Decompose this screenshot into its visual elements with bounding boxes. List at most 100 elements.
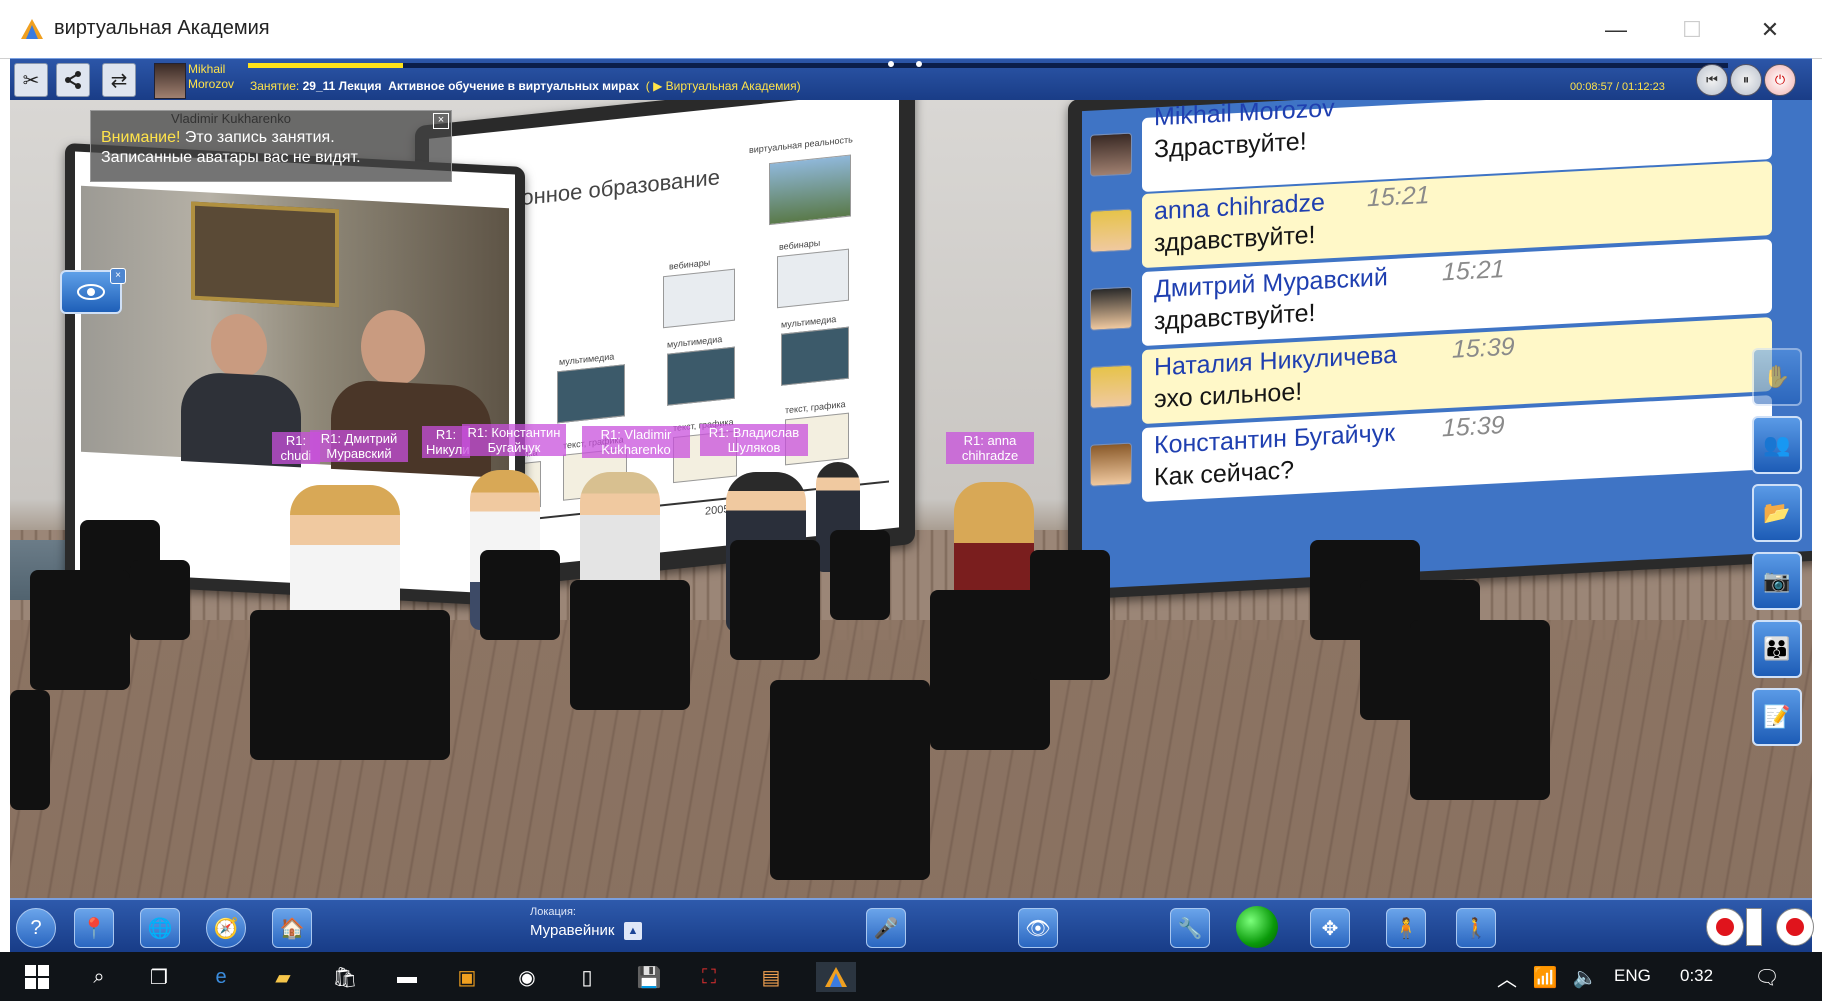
move-icon[interactable]: ✥ [1310, 908, 1350, 948]
close-icon[interactable]: × [433, 113, 449, 129]
chair [1030, 550, 1110, 680]
store-icon[interactable]: 🛍 [330, 962, 360, 992]
close-icon[interactable]: × [110, 268, 126, 284]
slide-image [769, 154, 851, 226]
notifications-icon[interactable]: 🗨 [1752, 962, 1782, 992]
chat-screen: Mikhail Morozov Здраствуйте! anna chihra… [1068, 100, 1812, 600]
compass-icon[interactable]: 🧭 [206, 908, 246, 948]
clock[interactable]: 0:32 [1680, 966, 1713, 986]
chat-text: эхо сильное! [1154, 377, 1303, 414]
scissors-icon[interactable]: ✂ [14, 63, 48, 97]
player-toolbar: ✂ ⇄ Mikhail Morozov Занятие: 29_11 Лекци… [10, 58, 1812, 103]
close-button[interactable]: ✕ [1740, 10, 1800, 50]
slide-label-webinars: вебинары [779, 237, 821, 253]
home-flag-icon[interactable]: 🏠 [272, 908, 312, 948]
user-name: Mikhail Morozov [188, 62, 234, 92]
avatar-name-tag[interactable]: R1: Vladimir Kukharenko [582, 426, 690, 458]
search-icon[interactable]: ⌕ [84, 962, 114, 992]
bottom-toolbar: ? 📍 🌐 🧭 🏠 Локация: Муравейник ▲ 🎤 👁 🔧 ✥ … [10, 898, 1814, 954]
desktop-app-icon[interactable]: ▬ [392, 962, 422, 992]
record-icon[interactable] [1706, 908, 1744, 946]
pdf-app-icon[interactable]: ⛶ [694, 962, 724, 992]
session-date: 29_11 [302, 79, 336, 93]
progress-marker[interactable] [888, 61, 894, 67]
chair [10, 690, 50, 810]
share-icon[interactable] [56, 63, 90, 97]
person-face [211, 312, 267, 380]
avatar [1090, 208, 1132, 253]
progress-marker[interactable] [916, 61, 922, 67]
maximize-button[interactable]: ☐ [1662, 10, 1722, 50]
playback-progress-bar[interactable] [248, 61, 1728, 68]
camera-icon[interactable]: 📷 [1752, 552, 1802, 610]
power-icon[interactable]: ⏻ [1764, 64, 1796, 96]
notepad-icon[interactable]: ▯ [572, 962, 602, 992]
record-dot [1716, 918, 1734, 936]
windows-start-icon[interactable] [22, 962, 52, 992]
skip-back-icon[interactable]: ⏮ [1696, 64, 1728, 96]
user-first-name: Mikhail [188, 62, 226, 76]
repeat-icon[interactable]: ⇄ [102, 63, 136, 97]
slide-label-multimedia: мультимедиа [559, 351, 615, 368]
media-app-icon[interactable]: ▣ [452, 962, 482, 992]
session-location: ( ▶ Виртуальная Академия) [645, 79, 801, 93]
task-view-icon[interactable]: ❐ [144, 962, 174, 992]
playback-progress-fill [248, 63, 404, 68]
microphone-icon[interactable]: 🎤 [866, 908, 906, 948]
chair [30, 570, 130, 690]
location-value[interactable]: Муравейник [530, 922, 614, 939]
chat-author: anna chihradze [1154, 188, 1325, 226]
notes-app-icon[interactable]: ▤ [756, 962, 786, 992]
group-icon[interactable]: 👪 [1752, 620, 1802, 678]
chair [830, 530, 890, 620]
avatar-name-tag[interactable]: R1: Дмитрий Муравский [310, 430, 408, 462]
volume-icon[interactable]: 🔈 [1570, 962, 1600, 992]
chat-time: 15:21 [1442, 255, 1505, 287]
save-app-icon[interactable]: 💾 [634, 962, 664, 992]
avatar-name-tag[interactable]: R1: Константин Бугайчук [462, 424, 566, 456]
minimize-button[interactable]: — [1586, 10, 1646, 50]
slide-label-webinars: вебинары [669, 257, 711, 272]
gesture-icon[interactable]: ✋ [1752, 348, 1802, 406]
timecode: 00:08:57 / 01:12:23 [1570, 81, 1665, 93]
slide-image [777, 248, 849, 309]
chat-time: 15:21 [1367, 180, 1430, 213]
help-icon[interactable]: ? [16, 908, 56, 948]
os-taskbar: ⌕ ❐ e ▰ 🛍 ▬ ▣ ◉ ▯ 💾 ⛶ ▤ ︿ 📶 🔈 ENG 0:32 🗨 [0, 952, 1822, 1001]
session-prefix: Занятие: [250, 79, 300, 93]
edge-browser-icon[interactable]: e [206, 962, 236, 992]
speaker-name: Vladimir Kukharenko [171, 111, 291, 126]
chat-text: здравствуйте! [1154, 298, 1316, 336]
status-indicator[interactable] [1236, 906, 1278, 948]
virtual-world-scene[interactable]: Электронное образование виртуальная реал… [10, 100, 1812, 898]
location-up-button[interactable]: ▲ [624, 922, 642, 940]
wrench-icon[interactable]: 🔧 [1170, 908, 1210, 948]
keyboard-language[interactable]: ENG [1614, 966, 1651, 986]
chat-text: Здраствуйте! [1154, 127, 1307, 164]
slide-image [663, 268, 735, 329]
stand-icon[interactable]: 🧍 [1386, 908, 1426, 948]
walk-icon[interactable]: 🚶 [1456, 908, 1496, 948]
file-explorer-icon[interactable]: ▰ [268, 962, 298, 992]
record-level-icon [1746, 908, 1762, 946]
record-dot [1786, 918, 1804, 936]
checklist-icon[interactable]: 📝 [1752, 688, 1802, 746]
record-stop-icon[interactable] [1776, 908, 1814, 946]
chrome-icon[interactable]: ◉ [512, 962, 542, 992]
wifi-icon[interactable]: 📶 [1530, 962, 1560, 992]
avatar-name-tag[interactable]: R1: anna chihradze [946, 432, 1034, 464]
chair [480, 550, 560, 640]
avatar [154, 63, 186, 99]
virtual-academy-taskbar-icon[interactable] [816, 962, 856, 992]
avatars-icon[interactable]: 👥 [1752, 416, 1802, 474]
chair [1410, 620, 1550, 800]
eye-icon[interactable]: 👁 [1018, 908, 1058, 948]
pause-icon[interactable]: ⏸ [1730, 64, 1762, 96]
chevron-up-icon[interactable]: ︿ [1492, 962, 1522, 992]
avatar-name-tag[interactable]: R1: Владислав Шуляков [700, 424, 808, 456]
pin-icon[interactable]: 📍 [74, 908, 114, 948]
globe-people-icon[interactable]: 🌐 [140, 908, 180, 948]
window-title: виртуальная Академия [54, 17, 270, 39]
folder-transfer-icon[interactable]: 📂 [1752, 484, 1802, 542]
window-title-bar: виртуальная Академия — ☐ ✕ [0, 0, 1822, 59]
